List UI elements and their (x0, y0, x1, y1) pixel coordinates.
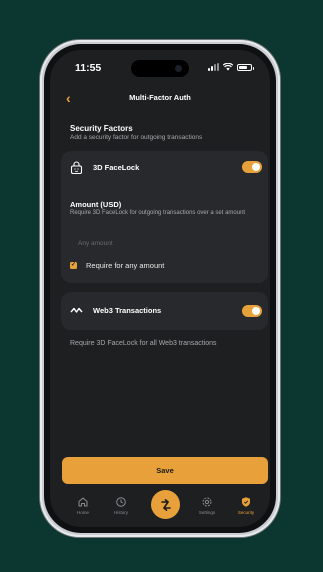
web3-label: Web3 Transactions (93, 306, 162, 315)
status-icons (208, 63, 254, 71)
tab-history-label: History (113, 510, 128, 515)
facelock-card: 3D FaceLock Amount (USD) Require 3D Face… (61, 151, 268, 283)
web3-card: Web3 Transactions (61, 292, 268, 330)
signal-icon (208, 63, 219, 71)
tab-home-label: Home (76, 510, 89, 515)
amount-input[interactable] (70, 235, 258, 251)
face-lock-icon (70, 161, 83, 174)
app-screen: 11:55 ‹ Multi-Factor Auth Security Facto… (50, 50, 270, 527)
require-any-label: Require for any amount (86, 261, 165, 270)
amount-description: Require 3D FaceLock for outgoing transac… (70, 210, 246, 216)
swap-button[interactable] (151, 490, 180, 519)
home-icon (78, 497, 88, 507)
gear-icon (202, 497, 212, 507)
require-any-checkbox[interactable]: ✓ (70, 262, 77, 269)
tab-home[interactable]: Home (63, 496, 103, 515)
header: ‹ Multi-Factor Auth (50, 88, 270, 110)
web3-icon (70, 307, 83, 313)
web3-description: Require 3D FaceLock for all Web3 transac… (70, 340, 217, 347)
security-factors-title: Security Factors (70, 124, 133, 133)
camera-icon (175, 65, 182, 72)
tab-settings-label: Settings (198, 510, 216, 515)
save-button[interactable]: Save (62, 457, 268, 484)
phone-bezel: 11:55 ‹ Multi-Factor Auth Security Facto… (44, 44, 276, 533)
wifi-icon (223, 63, 233, 71)
battery-icon (237, 63, 254, 71)
swap-icon (160, 498, 171, 511)
facelock-toggle[interactable] (242, 161, 262, 173)
shield-icon (242, 497, 250, 507)
tab-bar: Home History Settings Security (50, 490, 270, 527)
tab-security[interactable]: Security (226, 496, 266, 515)
dynamic-island (131, 60, 189, 77)
amount-title: Amount (USD) (70, 200, 122, 209)
web3-toggle[interactable] (242, 305, 262, 317)
tab-history[interactable]: History (101, 496, 141, 515)
tab-security-label: Security (237, 510, 255, 515)
tab-settings[interactable]: Settings (187, 496, 227, 515)
clock-icon (116, 497, 126, 507)
phone-frame: 11:55 ‹ Multi-Factor Auth Security Facto… (40, 40, 280, 537)
status-time: 11:55 (75, 62, 102, 74)
page-title: Multi-Factor Auth (129, 93, 191, 102)
security-factors-subtitle: Add a security factor for outgoing trans… (70, 134, 203, 141)
facelock-label: 3D FaceLock (93, 163, 140, 172)
